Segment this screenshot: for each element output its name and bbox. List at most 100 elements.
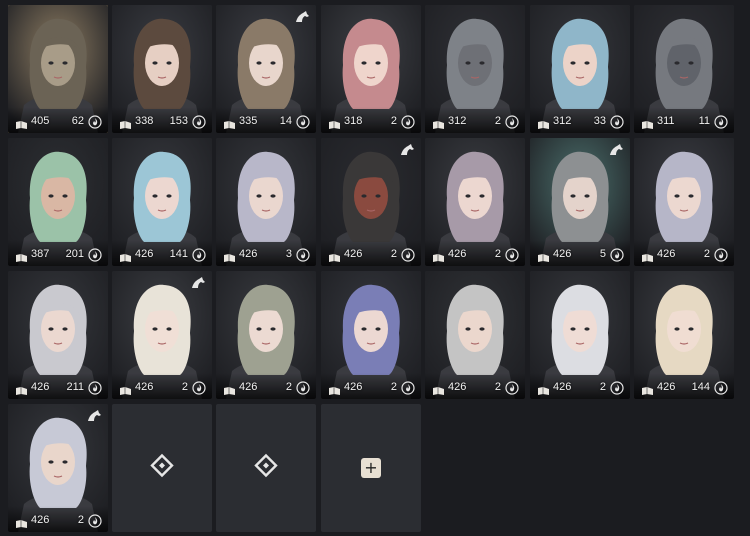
energy-count: 2 bbox=[390, 248, 397, 260]
character-card[interactable]: 426 2 bbox=[425, 138, 525, 266]
energy-count: 33 bbox=[593, 115, 606, 127]
character-level: 426 bbox=[344, 248, 363, 260]
book-icon bbox=[119, 383, 132, 395]
character-card[interactable]: 426 2 bbox=[425, 271, 525, 399]
character-card[interactable]: 426 2 bbox=[112, 271, 212, 399]
energy-count: 2 bbox=[599, 381, 606, 393]
energy-count: 201 bbox=[65, 248, 84, 260]
book-icon bbox=[15, 383, 28, 395]
book-icon bbox=[328, 250, 341, 262]
character-level: 335 bbox=[239, 115, 258, 127]
book-icon bbox=[223, 383, 236, 395]
book-icon bbox=[119, 250, 132, 262]
energy-count: 2 bbox=[390, 381, 397, 393]
flame-icon bbox=[401, 248, 415, 262]
character-card[interactable]: 426 2 bbox=[530, 271, 630, 399]
character-card[interactable]: 426 2 bbox=[321, 138, 421, 266]
flame-icon bbox=[192, 381, 206, 395]
energy-count: 2 bbox=[494, 115, 501, 127]
character-card[interactable]: 387 201 bbox=[8, 138, 108, 266]
flame-icon bbox=[296, 115, 310, 129]
energy-count: 2 bbox=[181, 381, 188, 393]
book-icon bbox=[328, 383, 341, 395]
flame-icon bbox=[296, 248, 310, 262]
character-card[interactable]: 426 211 bbox=[8, 271, 108, 399]
empty-character-slot[interactable] bbox=[112, 404, 212, 532]
book-icon bbox=[15, 117, 28, 129]
character-card[interactable]: 426 3 bbox=[216, 138, 316, 266]
flame-icon bbox=[714, 381, 728, 395]
character-level: 426 bbox=[344, 381, 363, 393]
energy-count: 153 bbox=[169, 115, 188, 127]
flame-icon bbox=[610, 115, 624, 129]
book-icon bbox=[641, 117, 654, 129]
character-level: 318 bbox=[344, 115, 363, 127]
character-level: 426 bbox=[239, 248, 258, 260]
energy-count: 2 bbox=[703, 248, 710, 260]
flame-icon bbox=[505, 381, 519, 395]
character-card[interactable]: 312 2 bbox=[425, 5, 525, 133]
character-card[interactable]: 426 2 bbox=[321, 271, 421, 399]
energy-count: 14 bbox=[279, 115, 292, 127]
flame-icon bbox=[610, 248, 624, 262]
flame-icon bbox=[505, 248, 519, 262]
character-level: 426 bbox=[657, 248, 676, 260]
seal-icon bbox=[190, 276, 206, 290]
energy-count: 2 bbox=[390, 115, 397, 127]
book-icon bbox=[641, 383, 654, 395]
energy-count: 5 bbox=[599, 248, 606, 260]
character-card[interactable]: 426 144 bbox=[634, 271, 734, 399]
book-icon bbox=[432, 250, 445, 262]
character-level: 426 bbox=[553, 248, 572, 260]
book-icon bbox=[432, 117, 445, 129]
empty-character-slot[interactable] bbox=[216, 404, 316, 532]
character-level: 426 bbox=[31, 381, 50, 393]
energy-count: 144 bbox=[691, 381, 710, 393]
energy-count: 2 bbox=[494, 248, 501, 260]
character-card[interactable]: 426 2 bbox=[8, 404, 108, 532]
flame-icon bbox=[505, 115, 519, 129]
book-icon bbox=[537, 250, 550, 262]
seal-icon bbox=[86, 409, 102, 423]
energy-count: 3 bbox=[285, 248, 292, 260]
character-card[interactable]: 405 62 bbox=[8, 5, 108, 133]
character-level: 338 bbox=[135, 115, 154, 127]
flame-icon bbox=[88, 514, 102, 528]
slot-diamond-icon bbox=[254, 453, 278, 483]
character-level: 387 bbox=[31, 248, 50, 260]
book-icon bbox=[432, 383, 445, 395]
character-card[interactable]: 426 2 bbox=[216, 271, 316, 399]
character-level: 426 bbox=[448, 381, 467, 393]
book-icon bbox=[537, 383, 550, 395]
book-icon bbox=[328, 117, 341, 129]
character-level: 426 bbox=[135, 248, 154, 260]
character-level: 311 bbox=[657, 115, 675, 127]
add-character-slot[interactable]: + bbox=[321, 404, 421, 532]
character-level: 426 bbox=[135, 381, 154, 393]
character-card[interactable]: 311 11 bbox=[634, 5, 734, 133]
character-card[interactable]: 426 141 bbox=[112, 138, 212, 266]
flame-icon bbox=[401, 115, 415, 129]
flame-icon bbox=[88, 381, 102, 395]
energy-count: 2 bbox=[285, 381, 292, 393]
character-level: 426 bbox=[31, 514, 50, 526]
character-card[interactable]: 318 2 bbox=[321, 5, 421, 133]
flame-icon bbox=[714, 115, 728, 129]
seal-icon bbox=[399, 143, 415, 157]
energy-count: 11 bbox=[698, 115, 710, 127]
book-icon bbox=[119, 117, 132, 129]
flame-icon bbox=[296, 381, 310, 395]
character-card[interactable]: 335 14 bbox=[216, 5, 316, 133]
character-card[interactable]: 338 153 bbox=[112, 5, 212, 133]
character-level: 426 bbox=[239, 381, 258, 393]
book-icon bbox=[223, 117, 236, 129]
character-card[interactable]: 426 2 bbox=[634, 138, 734, 266]
energy-count: 211 bbox=[66, 381, 84, 393]
character-card[interactable]: 426 5 bbox=[530, 138, 630, 266]
character-card[interactable]: 312 33 bbox=[530, 5, 630, 133]
book-icon bbox=[15, 516, 28, 528]
character-level: 312 bbox=[553, 115, 572, 127]
flame-icon bbox=[88, 115, 102, 129]
plus-icon[interactable]: + bbox=[361, 458, 381, 478]
flame-icon bbox=[610, 381, 624, 395]
